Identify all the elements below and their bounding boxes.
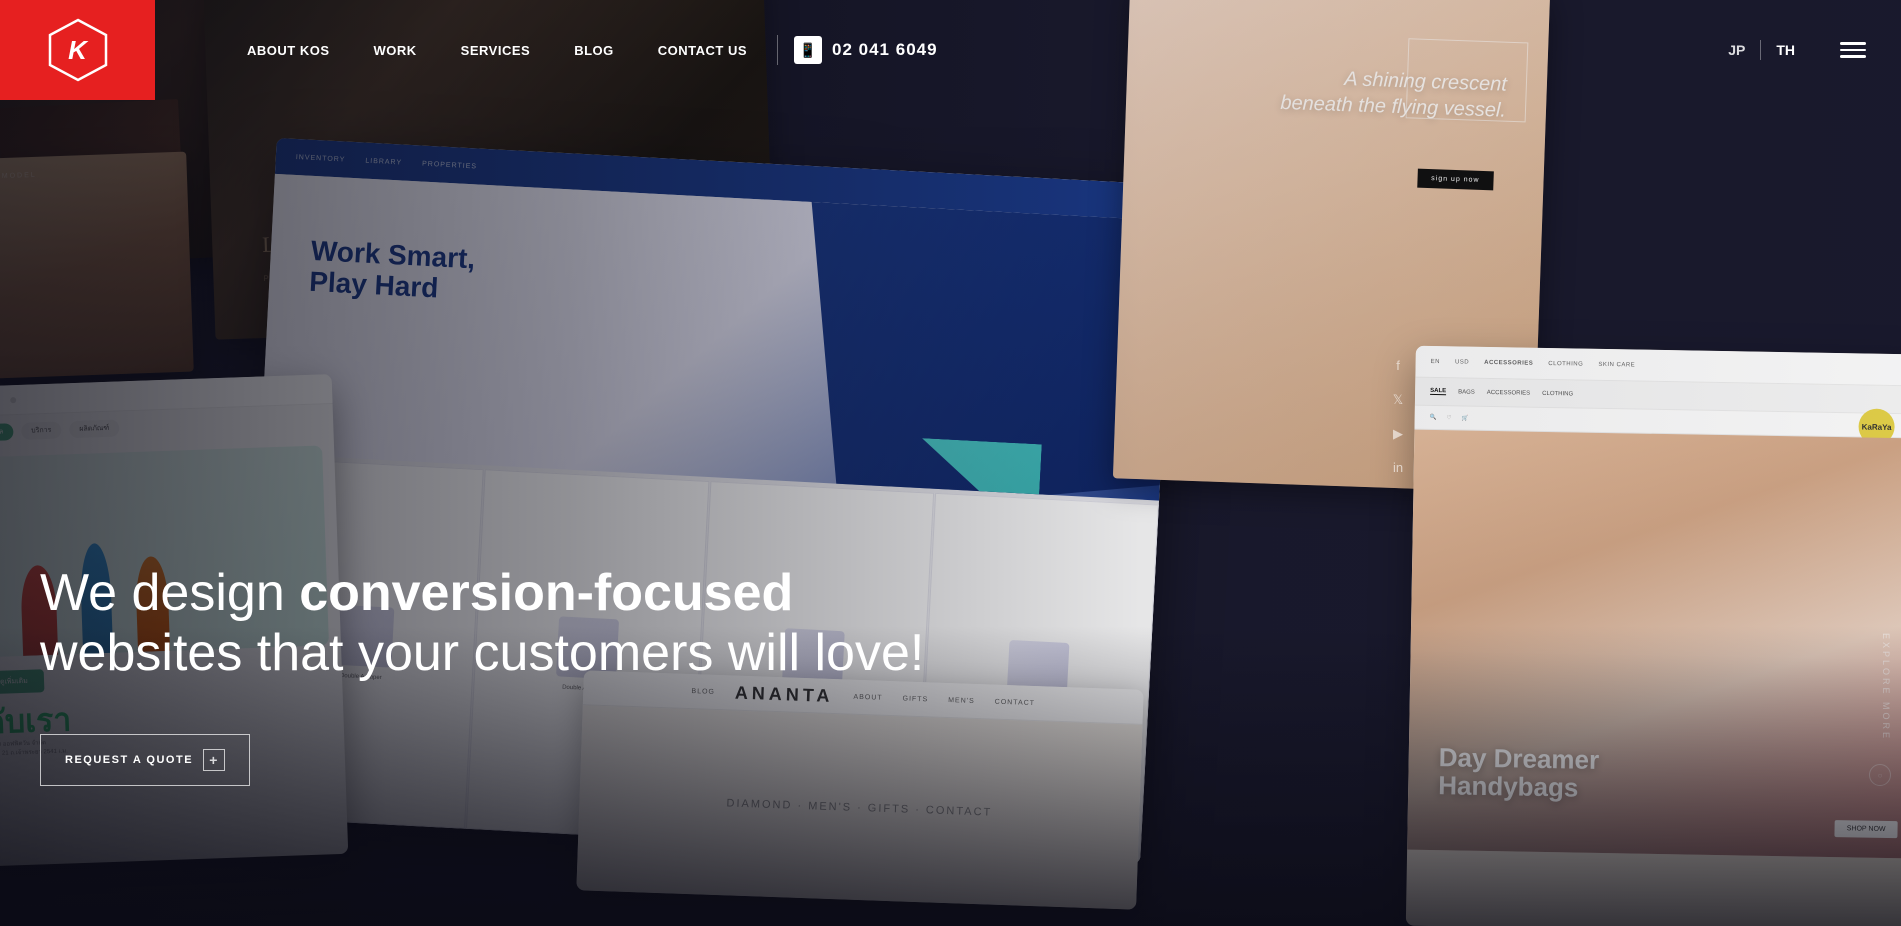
nav-services[interactable]: SERVICES — [439, 43, 553, 58]
logo-wrapper[interactable]: K — [0, 0, 155, 100]
nav-divider — [777, 35, 778, 65]
headline-part1: We design — [40, 564, 299, 622]
nav-right: JP TH — [1713, 40, 1901, 60]
navbar: K ABOUT KOS WORK SERVICES BLOG CONTACT U… — [0, 0, 1901, 100]
twitter-icon[interactable]: 𝕏 — [1387, 389, 1409, 411]
hero-background: PROPERTY CONNECT advice & Selection LUXE… — [0, 0, 1901, 926]
phone-number: 02 041 6049 — [832, 40, 938, 60]
social-bar: f 𝕏 ▶ in — [1375, 340, 1421, 494]
linkedin-icon[interactable]: in — [1387, 457, 1409, 479]
hero-headline: We design conversion-focused websites th… — [40, 564, 940, 684]
headline-part2: websites that your customers will love! — [40, 624, 924, 682]
logo-letter: K — [68, 35, 87, 66]
nav-about-kos[interactable]: ABOUT KOS — [225, 43, 352, 58]
hero-content: We design conversion-focused websites th… — [40, 564, 940, 786]
request-quote-button[interactable]: REQUEST A QUOTE + — [40, 734, 250, 786]
explore-circle: ○ — [1869, 764, 1891, 786]
nav-blog[interactable]: BLOG — [552, 43, 636, 58]
hero-cta: REQUEST A QUOTE + — [40, 734, 940, 786]
cta-label: REQUEST A QUOTE — [65, 754, 193, 766]
nav-links: ABOUT KOS WORK SERVICES BLOG CONTACT US — [225, 43, 769, 58]
nav-contact[interactable]: CONTACT US — [636, 43, 769, 58]
nav-work[interactable]: WORK — [352, 43, 439, 58]
cta-plus-icon: + — [203, 749, 225, 771]
tile-fashion — [0, 152, 194, 379]
phone-icon: 📱 — [794, 36, 822, 64]
explore-more-label: EXPLORE MORE — [1881, 633, 1891, 741]
headline-highlight: conversion-focused — [299, 564, 793, 622]
facebook-icon[interactable]: f — [1387, 355, 1409, 377]
phone-section: 📱 02 041 6049 — [794, 36, 938, 64]
logo-hexagon: K — [44, 16, 112, 84]
hamburger-menu[interactable] — [1825, 42, 1881, 58]
lang-th[interactable]: TH — [1761, 42, 1810, 58]
tile-karaya: EN USD ACCESSORIES CLOTHING SKIN CARE Ka… — [1406, 346, 1901, 926]
lang-jp[interactable]: JP — [1713, 42, 1760, 58]
youtube-icon[interactable]: ▶ — [1387, 423, 1409, 445]
